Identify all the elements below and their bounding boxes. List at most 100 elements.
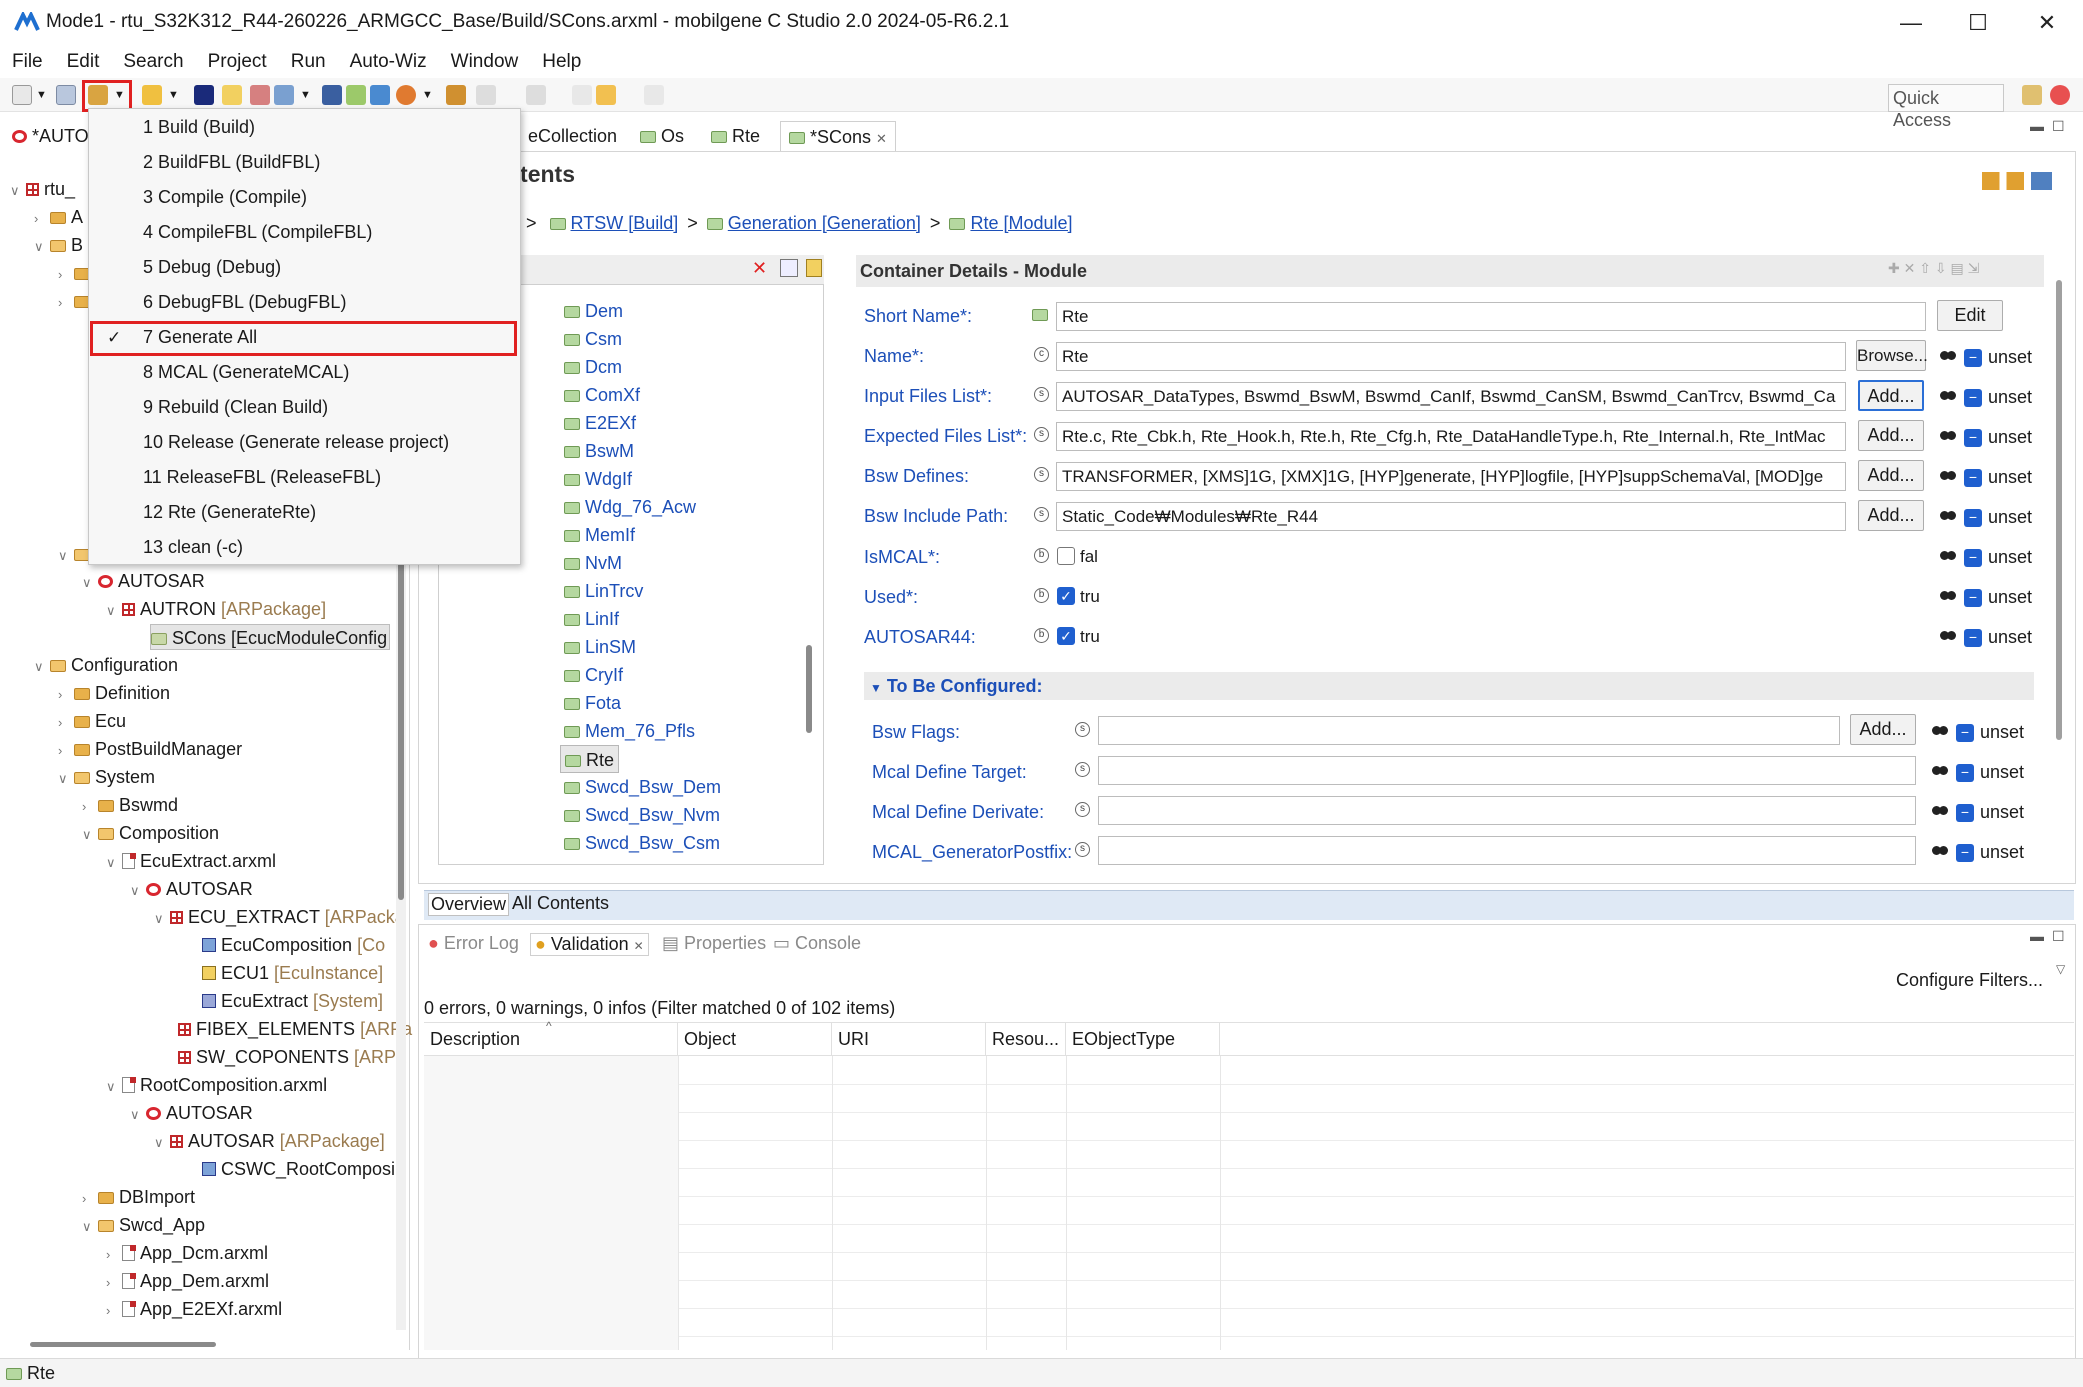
minimize-view-icon[interactable]: ▬ [2030, 118, 2044, 134]
menu-window[interactable]: Window [439, 51, 531, 73]
tree-row[interactable]: EcuExtract [System] [202, 988, 383, 1014]
list-item[interactable]: NvM [564, 549, 622, 577]
alert-icon[interactable] [396, 85, 416, 105]
list-item[interactable]: Swcd_Bsw_Dem [564, 773, 721, 801]
name-unset[interactable]: − unset [1940, 347, 2032, 368]
tree-row[interactable]: › A [34, 204, 83, 230]
image-icon[interactable] [274, 85, 294, 105]
list-item[interactable]: Dcm [564, 353, 622, 381]
list-item[interactable]: Fota [564, 689, 621, 717]
tree-row[interactable]: › Bswmd [82, 792, 178, 818]
tab-validation[interactable]: ● Validation ✕ [530, 933, 649, 956]
tree-row[interactable]: ECU1 [EcuInstance] [202, 960, 383, 986]
tree-row[interactable]: › Definition [58, 680, 170, 706]
tab-autosar-explorer[interactable]: *AUTO [4, 121, 97, 151]
list-item[interactable]: BswM [564, 437, 634, 465]
name-input[interactable]: Rte [1056, 342, 1846, 371]
mcal-derivate-unset[interactable]: − unset [1932, 802, 2024, 823]
back-icon[interactable] [572, 85, 592, 105]
menu-item-clean[interactable]: 13 clean (-c) [89, 530, 520, 565]
expected-files-add-button[interactable]: Add... [1858, 420, 1924, 451]
bsw-flags-add-button[interactable]: Add... [1850, 714, 1916, 745]
list-item[interactable]: LinTrcv [564, 577, 643, 605]
tree-row[interactable]: › Ecu [58, 708, 126, 734]
minimize-button[interactable]: — [1891, 8, 1931, 38]
list-item[interactable]: Csm [564, 325, 622, 353]
bsw-defines-unset[interactable]: − unset [1940, 467, 2032, 488]
list-item[interactable]: CryIf [564, 661, 623, 689]
menu-item-compile[interactable]: 3 Compile (Compile) [89, 180, 520, 215]
breadcrumb-generation-link[interactable]: Generation [Generation] [728, 213, 921, 233]
wand-icon[interactable] [142, 85, 162, 105]
column-resource[interactable]: Resou... [986, 1022, 1066, 1056]
tab-scons[interactable]: *SCons ✕ [780, 121, 896, 151]
tree-row[interactable]: SW_COPONENTS [ARPa [178, 1044, 406, 1070]
tree-row[interactable]: › App_Dcm.arxml [106, 1240, 268, 1266]
menu-item-build[interactable]: 1 Build (Build) [89, 110, 520, 145]
menu-project[interactable]: Project [196, 51, 279, 73]
ismcal-unset[interactable]: − unset [1940, 547, 2032, 568]
tree-row[interactable]: › PostBuildManager [58, 736, 242, 762]
bsw-flags-unset[interactable]: − unset [1932, 722, 2024, 743]
column-uri[interactable]: URI [832, 1022, 986, 1056]
tree-row[interactable]: ∨ AUTOSAR [130, 876, 253, 902]
menu-item-releasefbl[interactable]: 11 ReleaseFBL (ReleaseFBL) [89, 460, 520, 495]
tab-properties[interactable]: ▤ Properties [662, 933, 766, 954]
tree-row[interactable]: ∨ AUTRON [ARPackage] [106, 596, 326, 622]
bsw-include-unset[interactable]: − unset [1940, 507, 2032, 528]
forward-arrow-icon[interactable] [644, 85, 664, 105]
nav2-icon[interactable] [526, 85, 546, 105]
list-item[interactable]: Swcd_Bsw_Nvm [564, 801, 720, 829]
list-item[interactable]: ComXf [564, 381, 640, 409]
input-files-add-button[interactable]: Add... [1858, 380, 1924, 411]
tree-row[interactable]: ∨ EcuExtract.arxml [106, 848, 276, 874]
mcal-postfix-unset[interactable]: − unset [1932, 842, 2024, 863]
menu-auto-wiz[interactable]: Auto-Wiz [338, 51, 439, 73]
menu-help[interactable]: Help [530, 51, 593, 73]
quick-access-field[interactable]: Quick Access [1888, 84, 2004, 130]
menu-item-rte[interactable]: 12 Rte (GenerateRte) [89, 495, 520, 530]
tab-rte[interactable]: Rte [703, 121, 768, 151]
maximize-panel-icon[interactable]: ☐ [2052, 928, 2065, 945]
browse-button[interactable]: Browse... [1856, 340, 1928, 371]
to-be-configured-section[interactable]: ▼ To Be Configured: [864, 672, 2034, 700]
used-checkbox[interactable]: ✓ [1057, 587, 1075, 605]
list-item[interactable]: Wdg_76_Acw [564, 493, 696, 521]
mcal-define-target-input[interactable] [1098, 756, 1916, 785]
maximize-view-icon[interactable]: ☐ [2052, 118, 2065, 135]
tree-row-selected[interactable]: SCons [EcucModuleConfig [150, 624, 390, 650]
tab-all-contents[interactable]: All Contents [510, 893, 611, 914]
autosar44-unset[interactable]: − unset [1940, 627, 2032, 648]
save-icon[interactable] [56, 85, 76, 105]
minimize-panel-icon[interactable]: ▬ [2030, 928, 2044, 944]
tree-row[interactable]: ∨ AUTOSAR [130, 1100, 253, 1126]
menu-search[interactable]: Search [111, 51, 195, 73]
rect-icon[interactable] [346, 85, 366, 105]
close-tab-icon[interactable]: ✕ [634, 939, 644, 953]
tab-console[interactable]: ▭ Console [773, 933, 861, 954]
tree-row[interactable]: EcuComposition [Co [202, 932, 385, 958]
collapse-icon[interactable] [780, 259, 798, 277]
tree-row[interactable]: ∨ Configuration [34, 652, 178, 678]
tree-row[interactable]: ∨ AUTOSAR [ARPackage] [154, 1128, 385, 1154]
list-item[interactable]: MemIf [564, 521, 635, 549]
nav-icon[interactable] [476, 85, 496, 105]
filter-icon[interactable] [806, 259, 822, 277]
tree-row[interactable]: FIBEX_ELEMENTS [ARPa [178, 1016, 412, 1042]
new-icon[interactable] [12, 85, 32, 105]
tree-hscroll-thumb[interactable] [30, 1342, 216, 1347]
remove-icon[interactable]: ✕ [752, 258, 767, 279]
mcal-define-derivate-input[interactable] [1098, 796, 1916, 825]
maximize-button[interactable]: ☐ [1958, 8, 1998, 38]
menu-item-release[interactable]: 10 Release (Generate release project) [89, 425, 520, 460]
list-item[interactable]: WdgIf [564, 465, 632, 493]
list-item-selected[interactable]: Rte [560, 745, 620, 773]
input-files-unset[interactable]: − unset [1940, 387, 2032, 408]
bsw-defines-add-button[interactable]: Add... [1858, 460, 1924, 491]
tree-scrollbar-thumb[interactable] [398, 560, 404, 900]
breadcrumb-rte-link[interactable]: Rte [Module] [970, 213, 1072, 233]
x-icon[interactable] [370, 85, 390, 105]
autosar-perspective-icon[interactable] [2050, 85, 2070, 105]
menu-item-debugfbl[interactable]: 6 DebugFBL (DebugFBL) [89, 285, 520, 320]
view-menu-icon[interactable]: ▽ [2056, 962, 2065, 976]
